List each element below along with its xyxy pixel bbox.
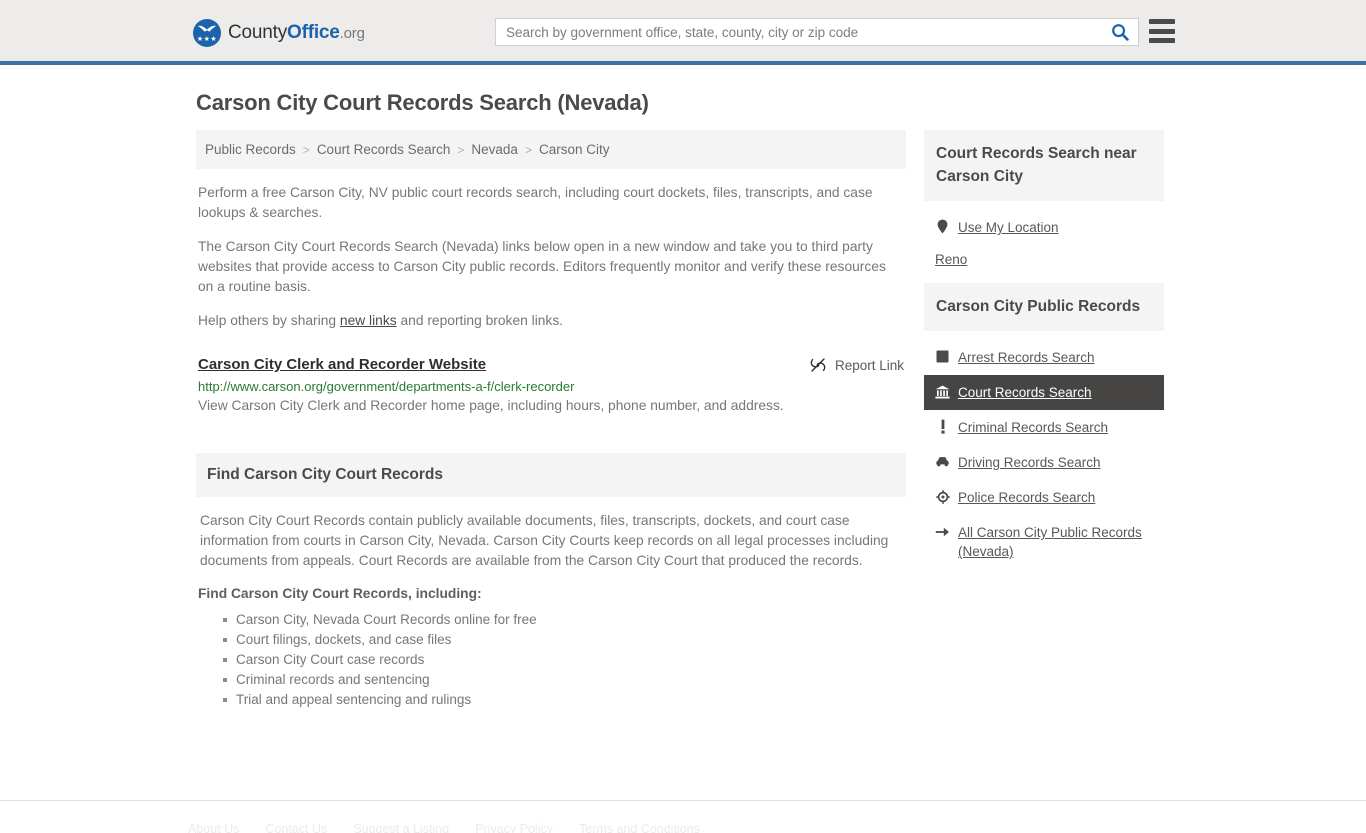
sidebar-link-police-records-search[interactable]: Police Records Search: [958, 488, 1095, 507]
breadcrumb-separator-3: >: [524, 142, 532, 157]
list-item: Trial and appeal sentencing and rulings: [223, 690, 904, 710]
police-badge-icon: [935, 488, 950, 505]
search-input[interactable]: [496, 19, 1102, 45]
logo-text-office: Office: [287, 22, 340, 43]
nearby-place-link-reno[interactable]: Reno: [935, 252, 967, 267]
listing-header-row: Carson City Clerk and Recorder Website R…: [198, 356, 904, 373]
map-pin-icon: [935, 218, 950, 235]
find-records-section-header: Find Carson City Court Records: [196, 453, 906, 497]
sidebar-item-use-my-location[interactable]: Use My Location: [924, 210, 1164, 245]
sidebar-item-court-records-search[interactable]: Court Records Search: [924, 375, 1164, 410]
breadcrumb-separator-1: >: [302, 142, 310, 157]
search-button[interactable]: [1102, 19, 1138, 45]
sidebar-item-all-public-records[interactable]: All Carson City Public Records (Nevada): [924, 515, 1164, 569]
public-records-panel-heading: Carson City Public Records: [936, 298, 1141, 315]
content-container: Carson City Court Records Search (Nevada…: [188, 65, 1178, 710]
hamburger-menu-button[interactable]: [1149, 19, 1175, 43]
use-my-location-link[interactable]: Use My Location: [958, 218, 1059, 237]
listing-description: View Carson City Clerk and Recorder home…: [198, 398, 784, 413]
footer-link-terms-and-conditions[interactable]: Terms and Conditions: [579, 822, 700, 833]
page-title: Carson City Court Records Search (Nevada…: [196, 90, 649, 115]
arrow-right-icon: [935, 523, 950, 540]
site-footer: About Us Contact Us Suggest a Listing Pr…: [0, 800, 1366, 833]
public-records-list: Arrest Records Search Court Records Sear…: [924, 340, 1164, 569]
help-suffix-text: and reporting broken links.: [396, 313, 564, 328]
breadcrumb: Public Records > Court Records Search > …: [196, 130, 906, 169]
courthouse-icon: [935, 383, 950, 400]
find-records-body-paragraph: Carson City Court Records contain public…: [200, 513, 889, 568]
footer-link-suggest-a-listing[interactable]: Suggest a Listing: [353, 822, 449, 833]
find-records-bullet-list: Carson City, Nevada Court Records online…: [198, 610, 904, 710]
breadcrumb-separator-2: >: [457, 142, 465, 157]
listing-entry: Carson City Clerk and Recorder Website R…: [196, 356, 906, 416]
intro-paragraph: Perform a free Carson City, NV public co…: [198, 185, 873, 220]
search-icon: [1112, 24, 1129, 41]
exclamation-icon: [935, 418, 950, 435]
nearby-panel-heading: Court Records Search near Carson City: [936, 145, 1137, 185]
breadcrumb-item-carson-city: Carson City: [538, 142, 610, 157]
countyoffice-logo-icon: ★★★: [193, 19, 221, 47]
hamburger-bar-2: [1149, 28, 1175, 34]
sidebar-link-criminal-records-search[interactable]: Criminal Records Search: [958, 418, 1108, 437]
sidebar-link-arrest-records-search[interactable]: Arrest Records Search: [958, 348, 1095, 367]
sidebar-item-arrest-records-search[interactable]: Arrest Records Search: [924, 340, 1164, 375]
footer-link-about-us[interactable]: About Us: [188, 822, 239, 833]
sidebar: Court Records Search near Carson City Us…: [924, 130, 1164, 569]
help-prefix-text: Help others by sharing: [198, 313, 340, 328]
page-body: Carson City Court Records Search (Nevada…: [0, 65, 1366, 833]
sidebar-link-court-records-search[interactable]: Court Records Search: [958, 383, 1092, 402]
nearby-panel-header: Court Records Search near Carson City: [924, 130, 1164, 201]
main-column: Public Records > Court Records Search > …: [188, 130, 906, 710]
list-item: Carson City, Nevada Court Records online…: [223, 610, 904, 630]
breadcrumb-item-public-records[interactable]: Public Records: [205, 142, 296, 157]
car-icon: [935, 453, 950, 470]
find-records-section-body: Carson City Court Records contain public…: [196, 511, 906, 710]
find-records-heading: Find Carson City Court Records: [207, 466, 443, 483]
site-logo[interactable]: ★★★ CountyOffice.org: [193, 19, 365, 47]
new-links-link[interactable]: new links: [340, 313, 397, 328]
hamburger-bar-3: [1149, 38, 1175, 43]
broken-link-icon: [810, 358, 826, 372]
report-link-label: Report Link: [834, 357, 904, 373]
sidebar-link-all-public-records[interactable]: All Carson City Public Records (Nevada): [958, 523, 1153, 561]
fingerprint-square-icon: [935, 348, 950, 365]
breadcrumb-item-nevada[interactable]: Nevada: [471, 142, 518, 157]
search-bar: [495, 18, 1139, 46]
listing-title-link[interactable]: Carson City Clerk and Recorder Website: [198, 356, 486, 373]
list-item: Criminal records and sentencing: [223, 670, 904, 690]
footer-links: About Us Contact Us Suggest a Listing Pr…: [188, 801, 1178, 833]
logo-wordmark: CountyOffice.org: [228, 22, 365, 44]
sidebar-item-police-records-search[interactable]: Police Records Search: [924, 480, 1164, 515]
sidebar-item-criminal-records-search[interactable]: Criminal Records Search: [924, 410, 1164, 445]
detail-paragraph: The Carson City Court Records Search (Ne…: [198, 239, 886, 294]
breadcrumb-item-court-records-search[interactable]: Court Records Search: [317, 142, 451, 157]
report-link-button[interactable]: Report Link: [810, 356, 904, 373]
logo-text-org: .org: [339, 25, 365, 42]
logo-text-county: County: [228, 22, 288, 43]
listing-url: http://www.carson.org/government/departm…: [198, 379, 575, 394]
help-paragraph: Help others by sharing new links and rep…: [196, 311, 906, 331]
site-header: ★★★ CountyOffice.org: [0, 0, 1366, 65]
sidebar-item-reno[interactable]: Reno: [924, 245, 1164, 274]
list-item: Court filings, dockets, and case files: [223, 630, 904, 650]
sidebar-link-driving-records-search[interactable]: Driving Records Search: [958, 453, 1101, 472]
logo-stars: ★★★: [196, 36, 218, 43]
hamburger-bar-1: [1149, 19, 1175, 24]
footer-link-contact-us[interactable]: Contact Us: [265, 822, 327, 833]
sidebar-item-driving-records-search[interactable]: Driving Records Search: [924, 445, 1164, 480]
find-records-list-lead: Find Carson City Court Records, includin…: [198, 586, 482, 601]
footer-link-privacy-policy[interactable]: Privacy Policy: [475, 822, 553, 833]
two-column-layout: Public Records > Court Records Search > …: [188, 130, 1178, 710]
public-records-panel-header: Carson City Public Records: [924, 283, 1164, 331]
list-item: Carson City Court case records: [223, 650, 904, 670]
